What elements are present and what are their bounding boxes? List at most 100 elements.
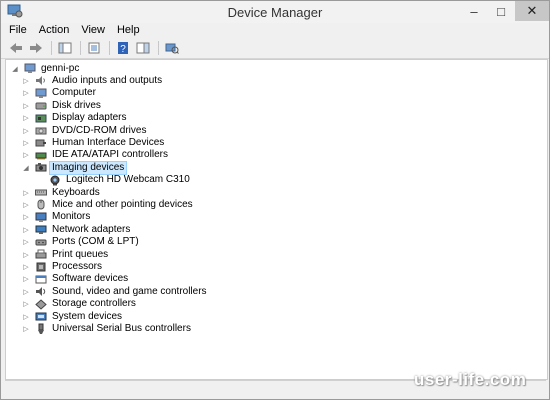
speaker-icon	[35, 75, 47, 86]
ide-controller-icon	[35, 150, 47, 161]
properties-icon[interactable]	[85, 40, 103, 56]
tree-item-ide-ata-atapi-controllers[interactable]: ▷ IDE ATA/ATAPI controllers	[21, 149, 170, 162]
tree-item-logitech-hd-webcam-c310[interactable]: Logitech HD Webcam C310	[35, 174, 192, 187]
expand-arrow-icon[interactable]: ▷	[21, 298, 31, 310]
tree-item-imaging-devices[interactable]: ◢ Imaging devices	[21, 160, 128, 175]
forward-icon[interactable]	[27, 40, 45, 56]
tree-item-mice-and-other-pointing-devices[interactable]: ▷ Mice and other pointing devices	[21, 198, 195, 211]
tree-item-label: Print queues	[52, 248, 109, 260]
toolbar-separator	[109, 41, 110, 55]
tree-item-ports-com-lpt[interactable]: ▷ Ports (COM & LPT)	[21, 236, 141, 249]
device-manager-window: Device Manager – □ ✕ File Action View He…	[0, 0, 550, 400]
expand-arrow-icon[interactable]: ▷	[21, 125, 31, 137]
tree-item-label: Computer	[52, 87, 96, 99]
scan-hardware-icon[interactable]	[163, 40, 181, 56]
expand-arrow-icon[interactable]: ▷	[21, 224, 31, 236]
toolbar-separator	[80, 41, 81, 55]
tree-item-human-interface-devices[interactable]: ▷ Human Interface Devices	[21, 136, 166, 149]
menu-file[interactable]: File	[3, 23, 33, 38]
menu-help[interactable]: Help	[111, 23, 146, 38]
tree-item-label: Audio inputs and outputs	[52, 74, 163, 86]
help-icon[interactable]: ?	[114, 40, 132, 56]
expand-arrow-icon[interactable]: ▷	[21, 199, 31, 211]
monitor-icon	[35, 212, 47, 223]
storage-controller-icon	[35, 298, 47, 310]
expand-arrow-icon[interactable]: ▷	[21, 112, 31, 124]
expand-arrow-icon[interactable]: ▷	[21, 137, 31, 149]
tree-item-audio-inputs-and-outputs[interactable]: ▷ Audio inputs and outputs	[21, 74, 164, 87]
mouse-icon	[35, 199, 47, 210]
tree-item-label: Keyboards	[52, 186, 100, 198]
title-bar[interactable]: Device Manager – □ ✕	[1, 1, 549, 23]
toolbar-separator	[51, 41, 52, 55]
tree-item-label: DVD/CD-ROM drives	[52, 124, 147, 136]
tree-item-label: Software devices	[52, 273, 129, 285]
back-icon[interactable]	[7, 40, 25, 56]
port-icon	[35, 237, 47, 248]
tree-item-label: Logitech HD Webcam C310	[66, 174, 190, 186]
expand-arrow-icon[interactable]: ▷	[21, 261, 31, 273]
menu-bar: File Action View Help	[1, 23, 549, 38]
tree-item-network-adapters[interactable]: ▷ Network adapters	[21, 223, 132, 236]
expand-arrow-icon[interactable]: ▷	[21, 87, 31, 99]
tree-item-dvd-cd-rom-drives[interactable]: ▷ DVD/CD-ROM drives	[21, 124, 148, 137]
tree-item-label: Human Interface Devices	[52, 136, 165, 148]
collapse-arrow-icon[interactable]: ◢	[10, 63, 20, 75]
tree-item-label: Imaging devices	[48, 160, 128, 175]
tree-item-label: Mice and other pointing devices	[52, 198, 193, 210]
expand-arrow-icon[interactable]: ▷	[21, 211, 31, 223]
computer-icon	[24, 63, 36, 74]
imaging-device-icon	[35, 162, 47, 173]
tree-item-label: Processors	[52, 260, 103, 272]
processor-icon	[35, 261, 47, 272]
device-tree[interactable]: ◢ genni-pc ▷ Audio inputs and outputs ▷ Com…	[5, 59, 548, 380]
expand-arrow-icon[interactable]: ▷	[21, 149, 31, 161]
tree-root[interactable]: ◢ genni-pc	[10, 62, 81, 75]
tree-item-label: Universal Serial Bus controllers	[52, 322, 191, 334]
tree-item-universal-serial-bus-controllers[interactable]: ▷ Universal Serial Bus controllers	[21, 322, 193, 335]
webcam-icon	[49, 175, 61, 186]
expand-arrow-icon[interactable]: ▷	[21, 273, 31, 285]
expand-arrow-icon[interactable]: ▷	[21, 249, 31, 261]
tree-item-sound-video-and-game-controllers[interactable]: ▷ Sound, video and game controllers	[21, 285, 209, 298]
show-hide-console-tree-icon[interactable]	[56, 40, 74, 56]
tree-item-label: Disk drives	[52, 99, 101, 111]
toolbar: ?	[1, 38, 549, 59]
tree-item-processors[interactable]: ▷ Processors	[21, 260, 104, 273]
menu-view[interactable]: View	[75, 23, 111, 38]
expand-arrow-icon[interactable]: ▷	[21, 187, 31, 199]
tree-item-keyboards[interactable]: ▷ Keyboards	[21, 186, 102, 199]
tree-item-display-adapters[interactable]: ▷ Display adapters	[21, 112, 128, 125]
tree-item-label: Display adapters	[52, 112, 127, 124]
network-adapter-icon	[35, 224, 47, 235]
tree-item-print-queues[interactable]: ▷ Print queues	[21, 248, 110, 261]
tree-item-label: Ports (COM & LPT)	[52, 236, 139, 248]
display-adapter-icon	[35, 113, 47, 124]
expand-arrow-icon[interactable]: ▷	[21, 286, 31, 298]
sound-controller-icon	[35, 286, 47, 297]
tree-item-storage-controllers[interactable]: ▷ Storage controllers	[21, 298, 138, 311]
tree-item-monitors[interactable]: ▷ Monitors	[21, 211, 92, 224]
expand-arrow-icon[interactable]: ▷	[21, 311, 31, 323]
menu-action[interactable]: Action	[33, 23, 76, 38]
tree-item-disk-drives[interactable]: ▷ Disk drives	[21, 99, 103, 112]
tree-item-computer[interactable]: ▷ Computer	[21, 87, 98, 100]
hid-icon	[35, 137, 47, 148]
action-pane-icon[interactable]	[134, 40, 152, 56]
tree-item-label: Sound, video and game controllers	[52, 285, 207, 297]
expand-arrow-icon[interactable]: ▷	[21, 75, 31, 87]
collapse-arrow-icon[interactable]: ◢	[21, 162, 31, 174]
tree-item-software-devices[interactable]: ▷ Software devices	[21, 273, 130, 286]
svg-text:?: ?	[120, 44, 126, 54]
expand-arrow-icon[interactable]: ▷	[21, 236, 31, 248]
close-button[interactable]: ✕	[515, 1, 549, 21]
expand-arrow-icon[interactable]: ▷	[21, 323, 31, 335]
dvd-drive-icon	[35, 125, 47, 136]
tree-item-system-devices[interactable]: ▷ System devices	[21, 310, 124, 323]
maximize-button[interactable]: □	[488, 1, 514, 21]
expand-arrow-icon[interactable]: ▷	[21, 100, 31, 112]
tree-item-label: Storage controllers	[52, 298, 136, 310]
minimize-button[interactable]: –	[461, 1, 487, 21]
computer-icon	[35, 88, 47, 99]
